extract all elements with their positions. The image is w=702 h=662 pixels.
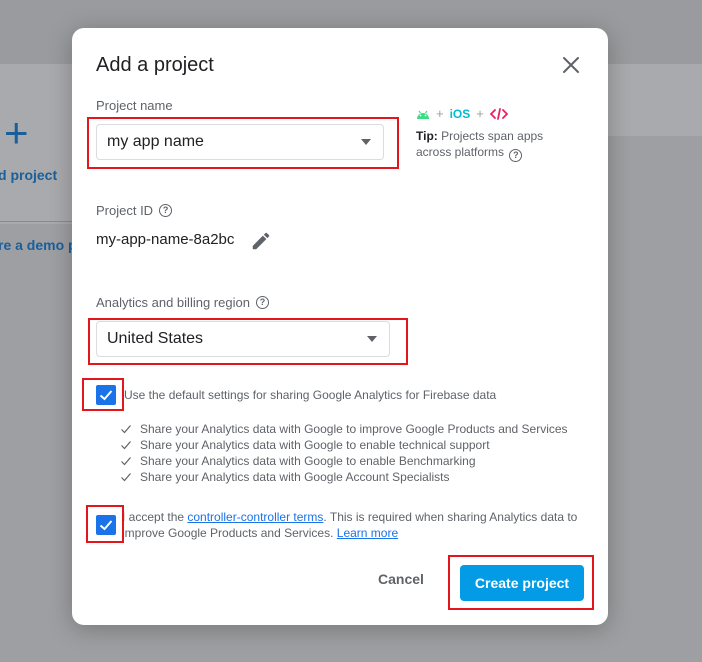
learn-more-link[interactable]: Learn more — [337, 526, 398, 540]
help-icon[interactable]: ? — [159, 204, 173, 217]
check-icon — [121, 441, 131, 450]
plus-icon: + — [436, 106, 444, 121]
backdrop-panel — [608, 64, 702, 136]
list-item: Share your Analytics data with Google to… — [120, 421, 568, 437]
tip-text: Tip: Projects span apps across platforms… — [416, 129, 544, 162]
default-settings-label: Use the default settings for sharing Goo… — [124, 388, 497, 402]
project-name-label: Project name — [96, 98, 173, 113]
highlight-box — [88, 318, 408, 365]
project-id-value: my-app-name-8a2bc — [96, 231, 235, 248]
dialog-title: Add a project — [96, 54, 214, 76]
help-icon[interactable]: ? — [509, 149, 523, 162]
controller-terms-link[interactable]: controller-controller terms — [187, 510, 323, 524]
plus-icon: + — [476, 106, 484, 121]
list-item: Share your Analytics data with Google to… — [120, 437, 568, 453]
highlight-box — [87, 117, 399, 169]
ios-icon: iOS — [449, 106, 471, 121]
project-id-label: Project ID ? — [96, 203, 173, 218]
demo-project-link[interactable]: re a demo p — [0, 237, 77, 253]
close-icon[interactable] — [558, 52, 584, 78]
web-code-icon — [489, 107, 508, 120]
highlight-box — [82, 378, 124, 411]
help-icon[interactable]: ? — [255, 296, 269, 309]
list-item: Share your Analytics data with Google to… — [120, 453, 568, 469]
check-icon — [121, 473, 131, 482]
platform-icons: + iOS + — [416, 106, 508, 121]
add-project-dialog: Add a project Project name my app name +… — [72, 28, 608, 625]
check-icon — [121, 457, 131, 466]
plus-icon: + — [4, 109, 29, 156]
accept-terms-text: I accept the controller-controller terms… — [122, 510, 578, 540]
cancel-button[interactable]: Cancel — [378, 571, 424, 587]
highlight-box — [448, 555, 594, 610]
add-project-label[interactable]: d project — [0, 167, 57, 183]
check-icon — [121, 425, 131, 434]
analytics-region-label: Analytics and billing region ? — [96, 295, 269, 310]
android-icon — [417, 110, 429, 119]
edit-pencil-icon[interactable] — [250, 230, 272, 252]
highlight-box — [86, 505, 124, 543]
sharing-options-list: Share your Analytics data with Google to… — [120, 421, 568, 485]
list-item: Share your Analytics data with Google Ac… — [120, 469, 568, 485]
